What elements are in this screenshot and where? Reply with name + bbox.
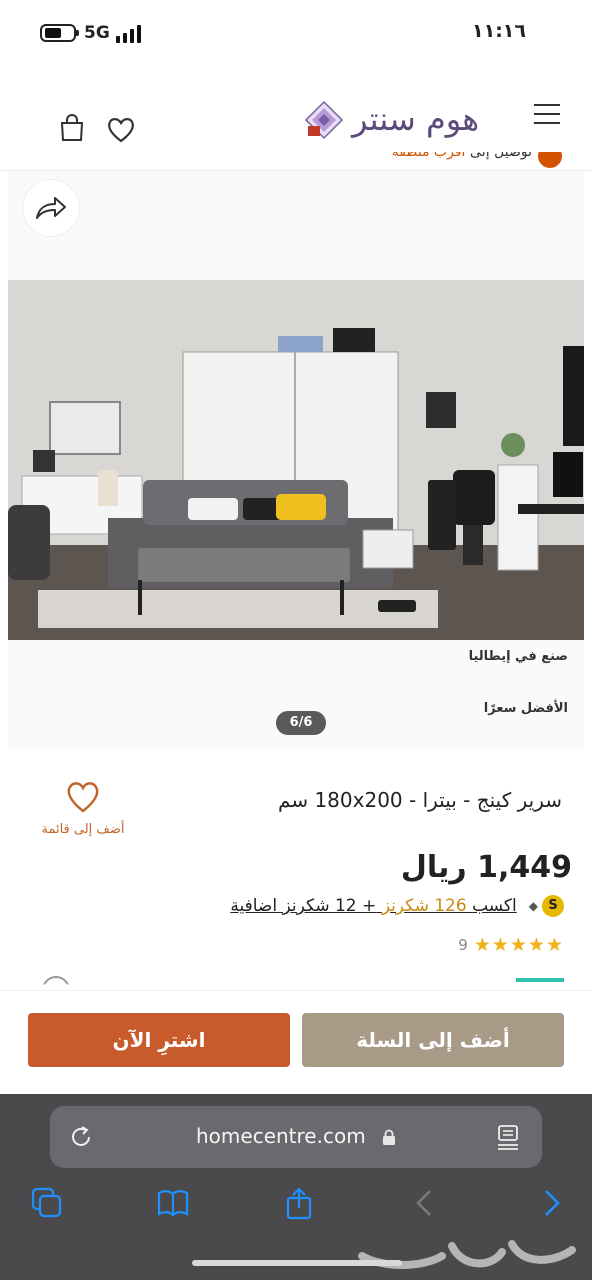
bookmarks-icon[interactable] <box>156 1186 190 1220</box>
address-bar[interactable]: homecentre.com <box>50 1106 542 1168</box>
badge-made-in: صنع في إيطاليا <box>468 649 568 664</box>
rating-count: 9 <box>458 936 468 954</box>
share-arrow-icon <box>36 197 66 219</box>
url-text: homecentre.com <box>196 1124 366 1148</box>
network-label: 5G <box>84 23 110 43</box>
product-rating[interactable]: ★★★★★ 9 <box>458 934 564 956</box>
signal-icon <box>116 25 146 43</box>
heart-icon[interactable] <box>106 116 136 144</box>
battery-icon <box>40 24 79 42</box>
hamburger-menu-icon[interactable] <box>534 104 560 126</box>
browser-toolbar <box>0 1180 592 1226</box>
promo-text: توصيل إلى أقرب منطقة <box>391 152 532 160</box>
badge-best-price: الأفضل سعرًا <box>483 701 568 716</box>
tab-indicator <box>516 978 564 982</box>
promo-strip[interactable]: توصيل إلى أقرب منطقة <box>0 152 592 170</box>
promo-badge-icon <box>538 152 562 168</box>
shopping-bag-icon[interactable] <box>58 114 86 142</box>
product-gallery[interactable]: صنع في إيطاليا الأفضل سعرًا 6/6 <box>8 171 584 749</box>
buy-now-button[interactable]: اشترِ الآن <box>28 1013 290 1067</box>
rating-stars: ★★★★★ <box>473 934 564 956</box>
logo-text: هوم سنتر <box>352 100 480 138</box>
logo-mark-icon <box>304 100 344 140</box>
forward-arrow-icon[interactable] <box>534 1186 568 1220</box>
points-text: اكسب 126 شكرنز + 12 شكرنز اضافية <box>230 896 517 916</box>
share-icon[interactable] <box>282 1186 316 1220</box>
shukran-coin-icon: S <box>542 895 564 917</box>
add-to-wishlist-button[interactable]: أضف إلى قائمة <box>30 780 136 850</box>
watermark-logo <box>358 1240 576 1269</box>
status-time: ١١:١٦ <box>472 20 526 42</box>
shukran-points-row[interactable]: S ◆ اكسب 126 شكرنز + 12 شكرنز اضافية <box>230 892 564 920</box>
diamond-icon: ◆ <box>528 899 538 913</box>
tabs-icon[interactable] <box>30 1186 64 1220</box>
product-title: سرير كينج - بيترا - 180x200 سم <box>278 788 562 812</box>
home-indicator <box>192 1260 402 1266</box>
lock-icon <box>383 1129 395 1145</box>
reload-icon[interactable] <box>68 1124 94 1150</box>
share-button[interactable] <box>22 179 80 237</box>
back-arrow-icon[interactable] <box>408 1186 442 1220</box>
cta-bar: اشترِ الآن أضف إلى السلة <box>0 990 592 1094</box>
product-price: 1,449 ريال <box>400 850 572 885</box>
add-to-cart-button[interactable]: أضف إلى السلة <box>302 1013 564 1067</box>
status-bar: 5G ١١:١٦ <box>0 0 592 66</box>
browser-chrome: homecentre.com <box>0 1094 592 1280</box>
reader-mode-icon[interactable] <box>496 1124 520 1150</box>
brand-logo[interactable]: هوم سنتر <box>302 94 512 144</box>
wishlist-label: أضف إلى قائمة <box>41 822 125 837</box>
product-photo[interactable] <box>8 280 584 640</box>
heart-outline-icon <box>67 782 99 813</box>
slide-counter: 6/6 <box>276 711 326 735</box>
site-header: هوم سنتر <box>0 88 592 152</box>
